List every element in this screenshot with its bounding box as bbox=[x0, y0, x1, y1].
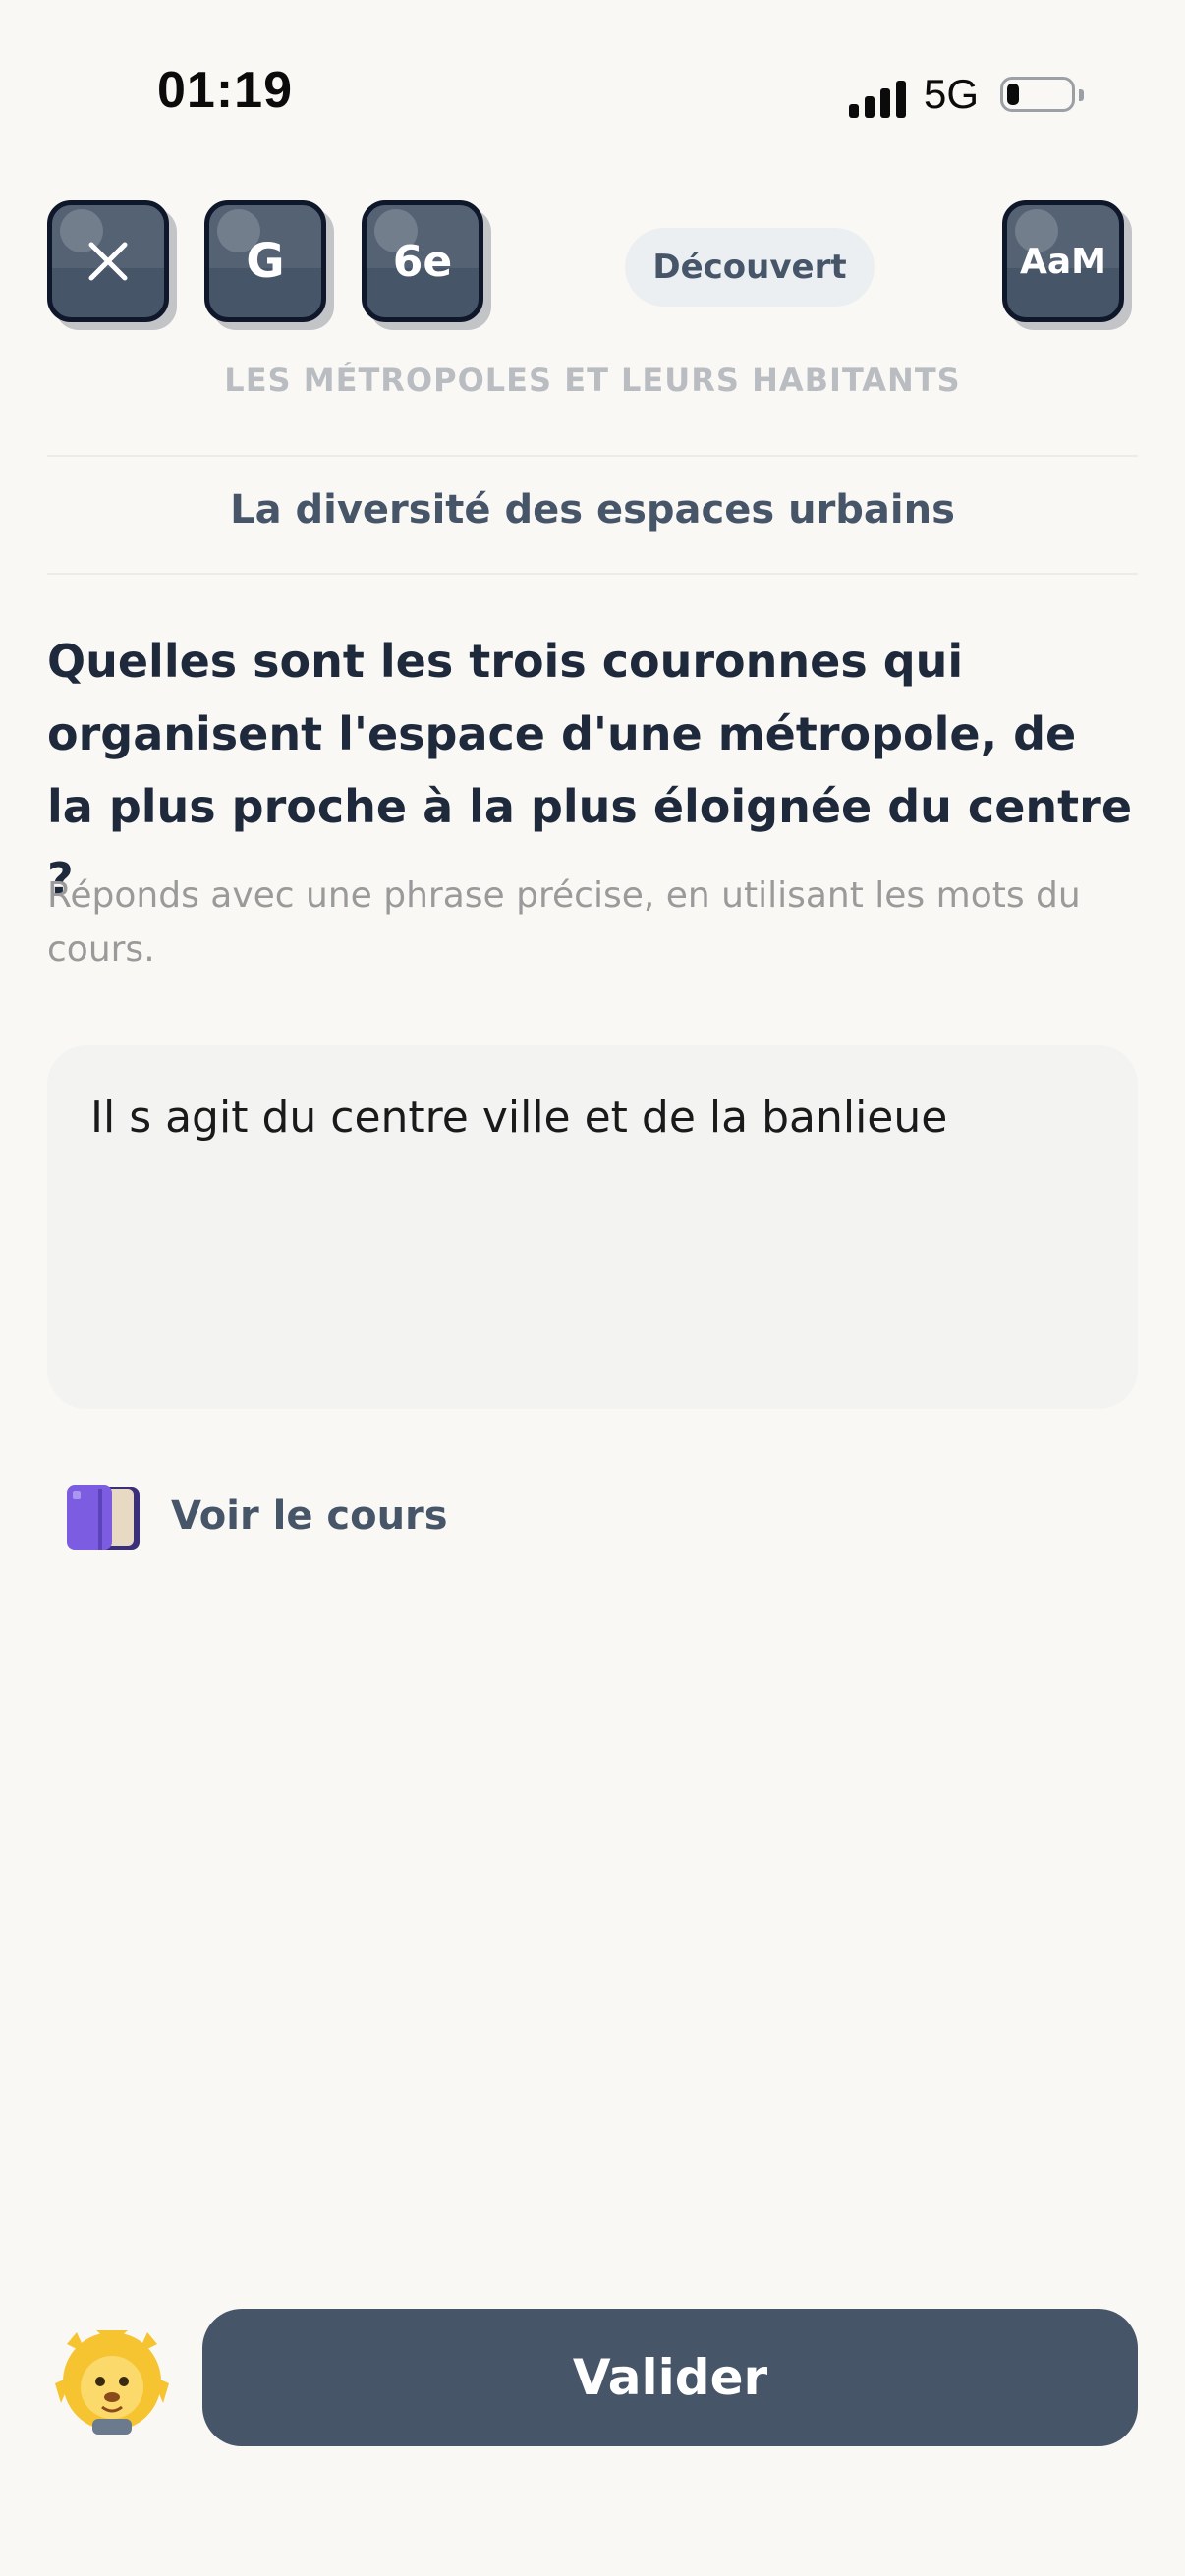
close-icon bbox=[88, 242, 128, 281]
status-pill: Découvert bbox=[625, 228, 875, 307]
book-icon[interactable] bbox=[61, 1482, 145, 1556]
level-tile-button[interactable]: 6e bbox=[362, 200, 483, 322]
status-time: 01:19 bbox=[157, 62, 293, 119]
question-hint: Réponds avec une phrase précise, en util… bbox=[47, 875, 1081, 970]
battery-icon bbox=[1000, 77, 1084, 112]
font-size-label: AaM bbox=[1020, 241, 1106, 282]
level-tile-label: 6e bbox=[392, 236, 453, 287]
subject-tile-label: G bbox=[246, 234, 285, 289]
subject-tile-button[interactable]: G bbox=[204, 200, 326, 322]
lesson-subject: LES MÉTROPOLES ET LEURS HABITANTS bbox=[224, 362, 961, 399]
network-type: 5G bbox=[924, 71, 980, 117]
answer-textarea[interactable]: Il s agit du centre ville et de la banli… bbox=[47, 1045, 1138, 1409]
divider-bottom bbox=[47, 573, 1138, 575]
view-course-link[interactable]: Voir le cours bbox=[171, 1493, 448, 1539]
chapter-title: La diversité des espaces urbains bbox=[230, 487, 955, 532]
font-size-button[interactable]: AaM bbox=[1002, 200, 1124, 322]
validate-button[interactable]: Valider bbox=[202, 2309, 1138, 2446]
cellular-signal-icon bbox=[849, 79, 908, 118]
divider-top bbox=[47, 455, 1138, 457]
lion-mascot-icon bbox=[55, 2330, 169, 2435]
close-button[interactable] bbox=[47, 200, 169, 322]
